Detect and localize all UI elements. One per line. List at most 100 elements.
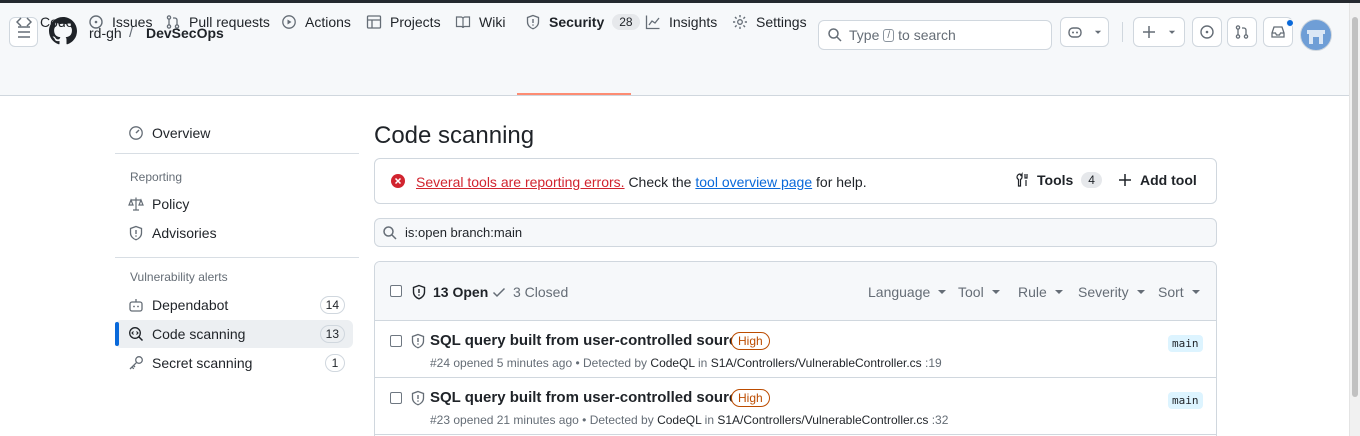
sidebar-item-secret-scanning[interactable]: Secret scanning 1 <box>115 349 353 377</box>
alert-line: :32 <box>931 413 949 427</box>
plus-icon <box>1143 26 1155 38</box>
scrollbar-thumb[interactable] <box>1352 17 1358 397</box>
tab-actions[interactable]: Actions <box>281 3 351 41</box>
caret-down-icon <box>1054 290 1063 294</box>
severity-filter-menu[interactable]: Severity <box>1078 284 1145 300</box>
dependabot-icon <box>129 299 143 312</box>
alert-number: #23 <box>430 413 451 427</box>
alert-line: :19 <box>925 356 942 370</box>
issue-opened-icon <box>89 15 103 29</box>
notification-dot <box>1286 19 1294 27</box>
git-pull-request-icon <box>166 15 180 29</box>
alert-meta: #23 opened 21 minutes ago • Detected by … <box>430 413 948 427</box>
banner-message: Several tools are reporting errors. Chec… <box>416 174 867 190</box>
banner-text-1: Check the <box>628 174 692 190</box>
alert-row[interactable]: SQL query built from user-controlled sou… <box>375 378 1216 435</box>
tab-label: Issues <box>112 14 153 30</box>
banner-text-2: for help. <box>816 174 867 190</box>
key-icon <box>129 356 143 370</box>
rule-filter-menu[interactable]: Rule <box>1018 284 1063 300</box>
sidebar-item-policy[interactable]: Policy <box>115 190 353 218</box>
select-all-checkbox[interactable] <box>390 285 402 297</box>
security-count-badge: 28 <box>612 14 640 30</box>
selected-tab-underline <box>517 93 631 95</box>
tab-label: Settings <box>756 14 807 30</box>
tool-filter-menu[interactable]: Tool <box>958 284 1000 300</box>
search-input[interactable]: Type / to search <box>818 20 1052 50</box>
create-new-button[interactable] <box>1133 17 1185 47</box>
codescan-icon <box>129 327 144 342</box>
sidebar-divider <box>115 257 359 258</box>
open-count-label: 13 Open <box>433 284 489 300</box>
closed-count-label: 3 Closed <box>513 284 569 300</box>
closed-alerts-filter[interactable]: 3 Closed <box>491 284 568 300</box>
secret-scanning-count-badge: 1 <box>325 354 345 372</box>
tab-label: Security <box>549 14 605 30</box>
search-icon <box>828 28 842 42</box>
tab-projects[interactable]: Projects <box>366 3 441 41</box>
tab-pull-requests[interactable]: Pull requests <box>165 3 270 41</box>
caret-down-icon <box>1191 290 1200 294</box>
tab-security[interactable]: Security 28 <box>525 3 640 41</box>
alert-number: #24 <box>430 356 451 370</box>
tab-label: Projects <box>390 14 441 30</box>
page-scrollbar[interactable] <box>1349 3 1360 436</box>
tab-insights[interactable]: Insights <box>645 3 717 41</box>
alert-checkbox[interactable] <box>390 392 402 404</box>
language-filter-menu[interactable]: Language <box>868 284 947 300</box>
tab-settings[interactable]: Settings <box>732 3 807 41</box>
tools-count-badge: 4 <box>1081 172 1102 188</box>
sidebar-item-code-scanning[interactable]: Code scanning 13 <box>115 320 353 348</box>
tool-errors-banner: Several tools are reporting errors. Chec… <box>374 158 1217 204</box>
menu-label: Severity <box>1078 284 1129 300</box>
sidebar-item-advisories[interactable]: Advisories <box>115 219 353 247</box>
graph-icon <box>645 15 660 30</box>
alert-opened: opened 21 minutes ago <box>453 413 579 427</box>
alert-checkbox[interactable] <box>390 335 402 347</box>
sidebar-heading-reporting: Reporting <box>130 170 183 184</box>
alert-title-link[interactable]: SQL query built from user-controlled sou… <box>430 389 754 406</box>
play-icon <box>282 15 296 29</box>
avatar[interactable] <box>1300 19 1332 51</box>
tab-issues[interactable]: Issues <box>88 3 152 41</box>
code-icon <box>16 17 32 27</box>
page-title: Code scanning <box>374 122 535 149</box>
tab-label: Wiki <box>479 14 506 30</box>
tab-wiki[interactable]: Wiki <box>455 3 505 41</box>
header-divider <box>1122 22 1123 42</box>
add-tool-button[interactable]: Add tool <box>1117 172 1197 188</box>
branch-label: main <box>1168 392 1203 409</box>
alert-title-link[interactable]: SQL query built from user-controlled sou… <box>430 332 754 349</box>
open-alerts-filter[interactable]: 13 Open <box>411 284 488 300</box>
caret-down-icon <box>938 290 947 294</box>
alert-meta: #24 opened 5 minutes ago • Detected by C… <box>430 356 942 370</box>
tab-code[interactable]: Code <box>16 3 73 41</box>
alert-opened: opened 5 minutes ago <box>453 356 573 370</box>
menu-label: Tool <box>958 284 984 300</box>
tool-overview-link[interactable]: tool overview page <box>695 174 812 190</box>
sidebar-item-overview[interactable]: Overview <box>115 119 353 147</box>
pull-requests-button[interactable] <box>1227 17 1257 47</box>
sidebar-item-dependabot[interactable]: Dependabot 14 <box>115 291 353 319</box>
tools-button[interactable]: Tools 4 <box>1015 172 1102 188</box>
alerts-list: 13 Open 3 Closed Language Tool Rule Seve… <box>374 261 1217 436</box>
x-circle-fill-icon <box>391 174 405 188</box>
tools-icon <box>1016 172 1028 187</box>
alert-row[interactable]: SQL query built from user-controlled sou… <box>375 321 1216 378</box>
tools-error-link[interactable]: Several tools are reporting errors. <box>416 174 625 190</box>
menu-label: Sort <box>1158 284 1184 300</box>
tools-label: Tools <box>1037 172 1074 188</box>
sort-menu[interactable]: Sort <box>1158 284 1200 300</box>
alert-file-path[interactable]: S1A/Controllers/VulnerableController.cs <box>717 413 928 427</box>
alert-file-path[interactable]: S1A/Controllers/VulnerableController.cs <box>711 356 922 370</box>
alerts-filter-input[interactable]: is:open branch:main <box>374 218 1217 247</box>
sidebar-item-label: Code scanning <box>152 326 246 342</box>
chevron-down-icon <box>1168 30 1176 34</box>
alert-in: in <box>704 413 715 427</box>
alert-detected: • Detected by <box>575 356 648 370</box>
copilot-button[interactable] <box>1060 17 1109 47</box>
search-shortcut-key: / <box>883 28 895 42</box>
caret-down-icon <box>1136 290 1145 294</box>
issues-button[interactable] <box>1192 17 1222 47</box>
add-tool-label: Add tool <box>1140 172 1197 188</box>
